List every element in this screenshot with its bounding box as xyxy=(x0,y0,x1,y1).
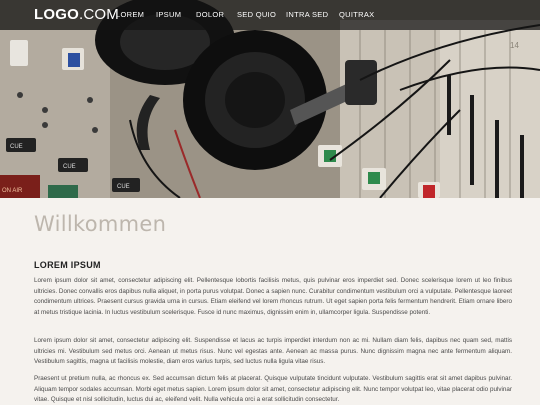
channel-number-label: 14 xyxy=(510,41,519,50)
cue-label-2: CUE xyxy=(63,164,76,170)
section-title: LOREM IPSUM xyxy=(34,260,101,270)
nav-item-lorem[interactable]: LOREM xyxy=(116,10,144,19)
nav-item-sed-quio[interactable]: SED QUIO xyxy=(237,10,276,19)
welcome-heading: Willkommen xyxy=(34,212,167,236)
paragraph-1: Lorem ipsum dolor sit amet, consectetur … xyxy=(34,277,512,316)
logo-text-strong: LOGO xyxy=(34,6,79,23)
paragraph-3: Praesent ut pretium nulla, ac rhoncus ex… xyxy=(34,375,512,404)
site-logo[interactable]: LOGO.COM xyxy=(34,6,119,23)
nav-item-intra-sed[interactable]: INTRA SED xyxy=(286,10,328,19)
top-navbar: LOGO.COM LOREM IPSUM DOLOR SED QUIO INTR… xyxy=(0,0,540,30)
main-content: Willkommen LOREM IPSUM Lorem ipsum dolor… xyxy=(0,198,540,405)
cue-label-3: CUE xyxy=(117,184,130,190)
paragraph-2: Lorem ipsum dolor sit amet, consectetur … xyxy=(34,337,512,366)
cue-label-1: CUE xyxy=(10,144,23,150)
on-air-label: ON AIR xyxy=(2,188,23,194)
logo-text-light: .COM xyxy=(78,6,119,23)
nav-item-quitrax[interactable]: QUITRAX xyxy=(339,10,374,19)
nav-item-dolor[interactable]: DOLOR xyxy=(196,10,224,19)
nav-item-ipsum[interactable]: IPSUM xyxy=(156,10,181,19)
